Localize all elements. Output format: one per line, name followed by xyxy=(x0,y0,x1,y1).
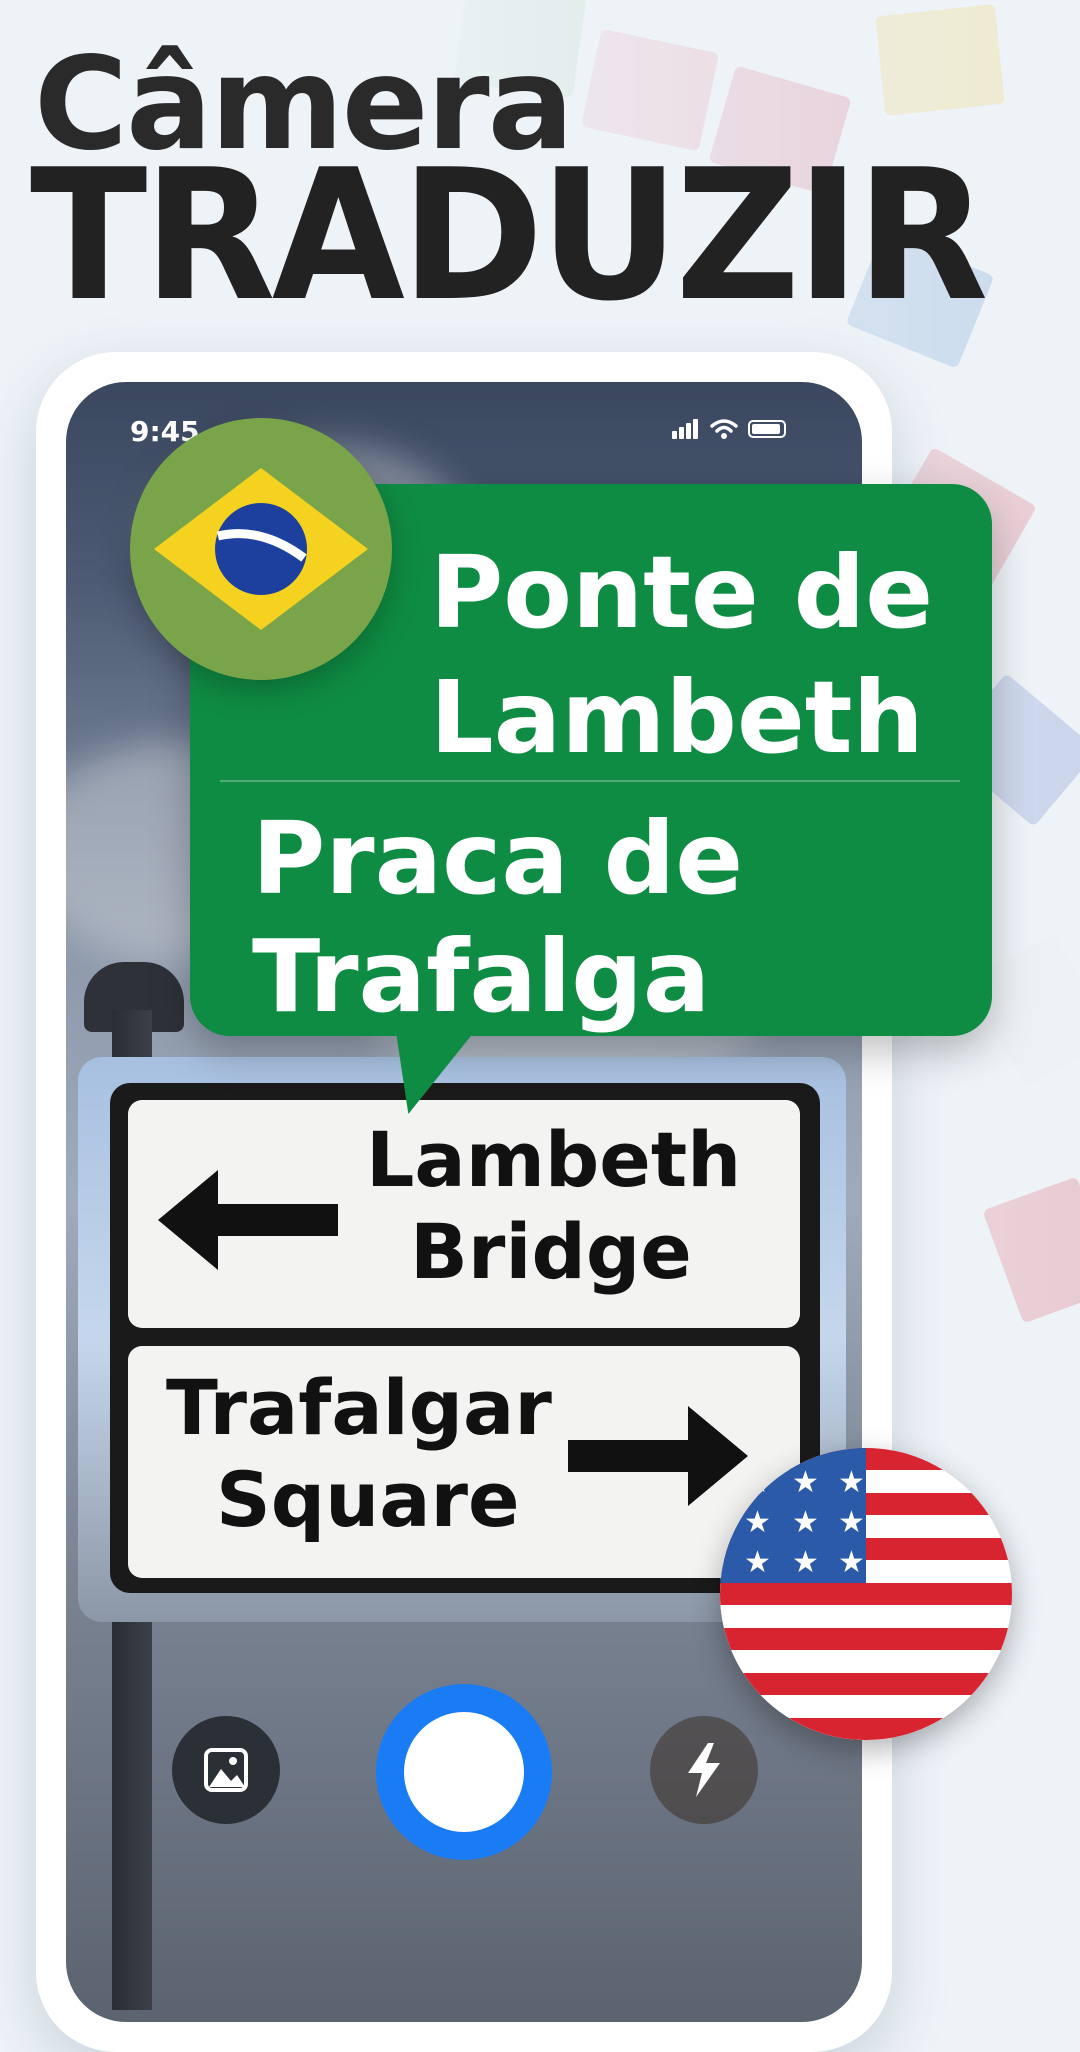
signal-icon xyxy=(672,419,700,439)
translation-divider xyxy=(220,780,960,782)
svg-text:★: ★ xyxy=(792,1505,819,1540)
flash-button[interactable] xyxy=(650,1716,758,1824)
wifi-icon xyxy=(710,419,738,439)
svg-text:★: ★ xyxy=(838,1465,865,1500)
svg-text:★: ★ xyxy=(744,1545,771,1580)
sign-text-trafalgar: Trafalgar xyxy=(166,1363,552,1452)
sign-text-square: Square xyxy=(216,1455,520,1544)
flash-icon xyxy=(688,1743,720,1797)
sign-text-lambeth: Lambeth xyxy=(366,1115,742,1204)
sign-text-bridge: Bridge xyxy=(410,1207,692,1296)
svg-text:★: ★ xyxy=(838,1545,865,1580)
headline-subtitle: TRADUZIR xyxy=(30,129,988,341)
gallery-button[interactable] xyxy=(172,1716,280,1824)
image-icon xyxy=(204,1748,248,1792)
shutter-button[interactable] xyxy=(376,1684,552,1860)
svg-text:★: ★ xyxy=(838,1505,865,1540)
arrow-left-icon xyxy=(158,1170,338,1270)
svg-text:★: ★ xyxy=(792,1545,819,1580)
translation-line-2: Praca de Trafalga xyxy=(252,800,744,1035)
brazil-flag-icon[interactable] xyxy=(130,418,392,680)
arrow-right-icon xyxy=(568,1406,748,1506)
battery-icon xyxy=(748,420,786,438)
svg-text:★: ★ xyxy=(744,1505,771,1540)
shutter-inner xyxy=(404,1712,524,1832)
sign-panel-lambeth: Lambeth Bridge xyxy=(128,1100,800,1328)
usa-flag-icon[interactable]: ★★★ ★★★ ★★★ xyxy=(720,1448,1012,1740)
sign-panel-trafalgar: Trafalgar Square xyxy=(128,1346,800,1578)
translation-line-1: Ponte de Lambeth xyxy=(430,534,934,776)
status-icons xyxy=(672,418,786,440)
svg-text:★: ★ xyxy=(792,1465,819,1500)
